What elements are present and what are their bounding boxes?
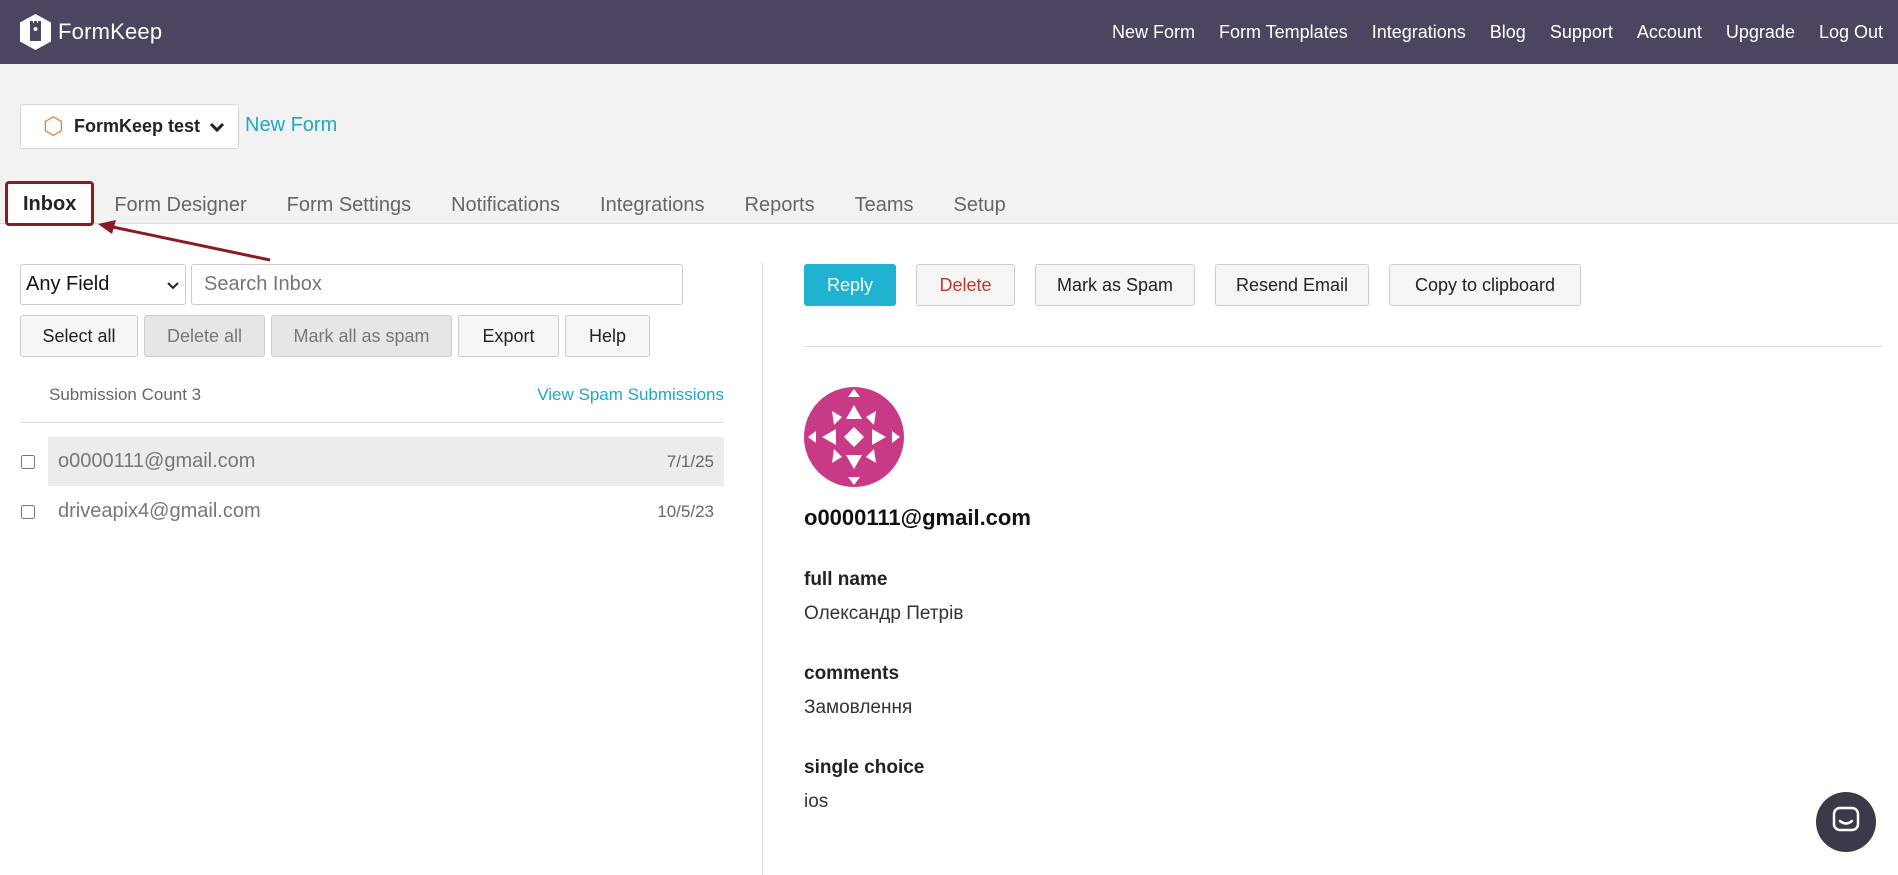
submission-email: o0000111@gmail.com — [58, 450, 256, 472]
nav-support[interactable]: Support — [1550, 22, 1613, 43]
field-label: single choice — [804, 757, 925, 778]
select-all-button[interactable]: Select all — [20, 315, 138, 357]
tab-inbox[interactable]: Inbox — [5, 181, 95, 226]
nav-log-out[interactable]: Log Out — [1819, 22, 1883, 43]
submission-item[interactable]: driveapix4@gmail.com 10/5/23 — [48, 487, 724, 536]
field-comments: comments Замовлення — [804, 663, 1882, 719]
annotation-arrow-icon — [98, 220, 271, 262]
chat-icon — [1832, 806, 1860, 839]
delete-all-button[interactable]: Delete all — [144, 315, 265, 357]
list-item: driveapix4@gmail.com 10/5/23 — [20, 487, 724, 536]
top-nav-links: New Form Form Templates Integrations Blo… — [1088, 0, 1883, 64]
submission-item[interactable]: o0000111@gmail.com 7/1/25 — [48, 437, 724, 486]
tab-reports[interactable]: Reports — [725, 179, 835, 224]
brand-name: FormKeep — [58, 19, 163, 44]
submission-checkbox[interactable] — [21, 454, 35, 469]
panel-divider — [762, 262, 763, 875]
delete-button[interactable]: Delete — [916, 264, 1015, 306]
resend-email-button[interactable]: Resend Email — [1215, 264, 1369, 306]
submission-checkbox[interactable] — [21, 504, 35, 519]
copy-to-clipboard-button[interactable]: Copy to clipboard — [1389, 264, 1581, 306]
field-value: ios — [804, 791, 829, 812]
new-form-link[interactable]: New Form — [245, 114, 337, 137]
detail-actions: Reply Delete Mark as Spam Resend Email C… — [804, 264, 1882, 306]
brand-logo[interactable]: FormKeep — [19, 13, 162, 51]
form-selector-name: FormKeep test — [73, 116, 200, 136]
field-single-choice: single choice ios — [804, 757, 1882, 813]
submission-email: driveapix4@gmail.com — [58, 500, 261, 522]
nav-account[interactable]: Account — [1637, 22, 1702, 43]
hexagon-icon: ⬡ — [43, 112, 64, 140]
field-label: full name — [804, 569, 888, 590]
form-tabs: Inbox Form Designer Form Settings Notifi… — [0, 179, 1026, 226]
search-inbox-input[interactable] — [191, 264, 683, 305]
field-full-name: full name Олександр Петрів — [804, 569, 1882, 625]
field-filter-value: Any Field — [26, 273, 110, 295]
chat-launcher-button[interactable] — [1816, 792, 1876, 852]
submission-detail-panel: Reply Delete Mark as Spam Resend Email C… — [804, 264, 1882, 813]
mark-as-spam-button[interactable]: Mark as Spam — [1035, 264, 1195, 306]
form-selector-dropdown[interactable]: ⬡ FormKeep test — [20, 104, 239, 149]
nav-form-templates[interactable]: Form Templates — [1219, 22, 1348, 43]
form-header: ⬡ FormKeep test New Form Inbox Form Desi… — [0, 64, 1898, 226]
formkeep-logo-icon — [19, 13, 52, 51]
nav-upgrade[interactable]: Upgrade — [1726, 22, 1795, 43]
help-button[interactable]: Help — [565, 315, 650, 357]
top-navbar: FormKeep New Form Form Templates Integra… — [0, 0, 1898, 64]
submission-list: o0000111@gmail.com 7/1/25 driveapix4@gma… — [20, 437, 724, 536]
field-filter-select[interactable]: Any Field — [20, 264, 186, 305]
submission-count: Submission Count 3 — [49, 384, 202, 404]
submission-date: 10/5/23 — [657, 501, 714, 521]
chevron-down-icon — [167, 273, 179, 296]
tab-notifications[interactable]: Notifications — [431, 179, 580, 224]
nav-integrations[interactable]: Integrations — [1372, 22, 1466, 43]
tab-setup[interactable]: Setup — [933, 179, 1025, 224]
field-label: comments — [804, 663, 900, 684]
tab-form-settings[interactable]: Form Settings — [267, 179, 431, 224]
nav-blog[interactable]: Blog — [1490, 22, 1526, 43]
submission-email-heading: o0000111@gmail.com — [804, 505, 1031, 530]
submission-date: 7/1/25 — [666, 451, 714, 471]
mark-all-spam-button[interactable]: Mark all as spam — [271, 315, 452, 357]
reply-button[interactable]: Reply — [804, 264, 896, 306]
avatar — [804, 387, 904, 487]
chevron-down-icon — [209, 119, 225, 135]
divider — [804, 346, 1882, 347]
tab-teams[interactable]: Teams — [835, 179, 934, 224]
field-value: Замовлення — [804, 697, 913, 718]
tab-form-designer[interactable]: Form Designer — [94, 179, 266, 224]
view-spam-submissions-link[interactable]: View Spam Submissions — [537, 385, 724, 405]
field-value: Олександр Петрів — [804, 603, 964, 624]
inbox-list-panel: Any Field Select all Delete all Mark all… — [20, 264, 724, 537]
nav-new-form[interactable]: New Form — [1112, 22, 1195, 43]
list-item: o0000111@gmail.com 7/1/25 — [20, 437, 724, 486]
export-button[interactable]: Export — [458, 315, 559, 357]
tab-integrations[interactable]: Integrations — [580, 179, 725, 224]
